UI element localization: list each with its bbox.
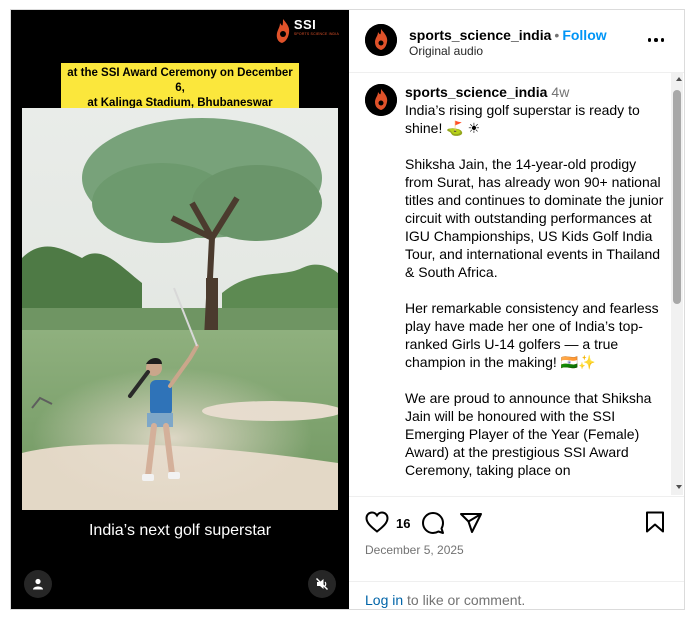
audio-link[interactable]: Original audio xyxy=(409,44,483,58)
more-dot-icon xyxy=(654,38,658,42)
more-options-button[interactable] xyxy=(647,38,664,42)
header-username[interactable]: sports_science_india xyxy=(409,27,551,43)
brand-tagline: SPORTS SCIENCE INDIA xyxy=(293,32,339,36)
mute-button[interactable] xyxy=(308,570,336,598)
speaker-muted-icon xyxy=(316,578,328,590)
person-icon xyxy=(33,578,43,590)
header-title: sports_science_india • Follow xyxy=(409,26,607,44)
brand-logo: SSI SPORTS SCIENCE INDIA xyxy=(274,18,339,44)
avatar[interactable] xyxy=(365,84,397,116)
post-dialog: SSI SPORTS SCIENCE INDIA at the SSI Awar… xyxy=(10,9,685,610)
like-count[interactable]: 16 xyxy=(396,516,410,531)
follow-button[interactable]: Follow xyxy=(562,27,606,43)
media-panel[interactable]: SSI SPORTS SCIENCE INDIA at the SSI Awar… xyxy=(11,10,349,609)
action-bar: 16 December 5, 2025 Log in to like or co… xyxy=(349,496,684,609)
scrollbar-thumb[interactable] xyxy=(673,90,681,304)
golf-photo xyxy=(22,108,338,510)
scroll-down-arrow-icon[interactable] xyxy=(676,485,682,489)
heart-icon[interactable] xyxy=(365,511,389,533)
login-prompt: Log in to like or comment. xyxy=(349,581,684,618)
caption-area: sports_science_india 4w India’s rising go… xyxy=(349,73,684,495)
login-link[interactable]: Log in xyxy=(365,592,403,608)
post-side-panel: sports_science_india • Follow Original aud… xyxy=(349,10,684,609)
flame-logo-icon xyxy=(276,19,290,43)
post-date[interactable]: December 5, 2025 xyxy=(365,543,464,557)
comment-icon[interactable] xyxy=(421,511,445,535)
more-dot-icon xyxy=(660,38,664,42)
flame-logo-icon xyxy=(365,24,397,56)
post-caption: sports_science_india 4w India’s rising go… xyxy=(405,83,665,479)
brand-text: SSI xyxy=(293,17,317,32)
flame-logo-icon xyxy=(365,84,397,116)
separator-dot: • xyxy=(554,27,560,43)
video-caption: India’s next golf superstar xyxy=(88,522,272,539)
event-banner: at the SSI Award Ceremony on December 6,… xyxy=(61,63,299,114)
post-header: sports_science_india • Follow Original aud… xyxy=(349,10,684,73)
banner-line-1: at the SSI Award Ceremony on December 6, xyxy=(67,67,293,94)
more-dot-icon xyxy=(647,38,651,42)
avatar[interactable] xyxy=(365,24,397,56)
caption-username[interactable]: sports_science_india xyxy=(405,84,547,100)
post-age[interactable]: 4w xyxy=(551,84,569,100)
scroll-up-arrow-icon[interactable] xyxy=(676,77,682,81)
share-icon[interactable] xyxy=(459,511,483,535)
tagged-users-button[interactable] xyxy=(24,570,52,598)
bookmark-icon[interactable] xyxy=(645,511,665,533)
login-prompt-text: to like or comment. xyxy=(403,592,526,608)
caption-body: India’s rising golf superstar is ready t… xyxy=(405,102,664,478)
